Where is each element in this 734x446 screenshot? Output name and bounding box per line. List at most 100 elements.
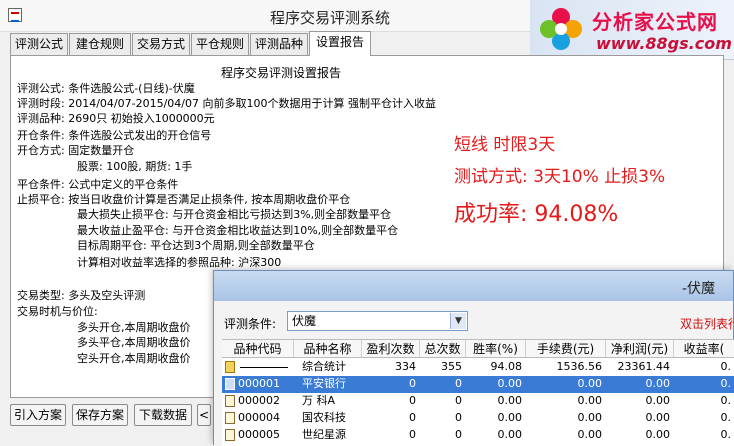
report-line: 开仓条件: 条件选股公式发出的开仓信号	[17, 129, 212, 142]
row-winrate: 0.00	[497, 411, 523, 424]
column-header-fee[interactable]: 手续费(元)	[526, 340, 606, 358]
result-window-body: 评测条件: 伏魔 ▼ 双击列表行 品种代码 品种名称 盈利次数 总次数 胜率(%…	[214, 301, 734, 446]
logo-title: 分析家公式网	[592, 10, 718, 34]
row-return: 0.	[720, 394, 732, 407]
row-profit: 0.00	[645, 377, 671, 390]
report-line: 止损平仓: 按当日收盘价计算是否满足止损条件, 按本周期收盘价平仓	[17, 193, 351, 206]
table-row[interactable]: 000001 平安银行 0 0 0.00 0.00 0.00 0.	[222, 376, 734, 393]
condition-value: 伏魔	[292, 314, 317, 328]
row-winrate: 0.00	[497, 394, 523, 407]
window-title: 程序交易评测系统	[270, 9, 391, 27]
save-plan-button[interactable]: 保存方案	[72, 404, 128, 426]
report-line: 评测时段: 2014/04/07-2015/04/07 向前多取100个数据用于…	[17, 97, 436, 110]
tab-open-rules[interactable]: 建仓规则	[69, 33, 131, 55]
chevron-down-icon[interactable]: ▼	[450, 313, 466, 329]
row-total: 0	[455, 428, 462, 441]
row-name: 万 科A	[302, 394, 336, 407]
column-header-name[interactable]: 品种名称	[294, 340, 362, 358]
result-window: -伏魔 评测条件: 伏魔 ▼ 双击列表行 品种代码 品种名称 盈利次数 总次数 …	[213, 270, 734, 446]
report-line: 平仓条件: 公式中定义的平仓条件	[17, 178, 179, 191]
column-header-winrate[interactable]: 胜率(%)	[466, 340, 526, 358]
report-line: 多头平仓,本周期收盘价	[77, 336, 191, 349]
more-button[interactable]: <	[197, 404, 211, 426]
report-title: 程序交易评测设置报告	[221, 66, 342, 80]
row-return: 0.	[720, 411, 732, 424]
summary-icon	[225, 361, 235, 373]
column-header-profit[interactable]: 净利润(元)	[606, 340, 674, 358]
report-line: 空头开仓,本周期收盘价	[77, 352, 191, 365]
row-fee: 0.00	[577, 428, 603, 441]
column-header-wins[interactable]: 盈利次数	[362, 340, 420, 358]
row-wins: 0	[409, 428, 416, 441]
row-total: 0	[455, 394, 462, 407]
row-fee: 0.00	[577, 394, 603, 407]
row-code: 000001	[238, 377, 280, 390]
report-line: 交易类型: 多头及空头评测	[17, 289, 146, 302]
result-window-title: -伏魔	[681, 281, 715, 297]
stock-icon	[225, 429, 235, 441]
row-wins: 0	[409, 377, 416, 390]
row-fee: 0.00	[577, 377, 603, 390]
table-row[interactable]: 000005 世纪星源 0 0 0.00 0.00 0.00 0.	[222, 427, 734, 444]
row-wins: 334	[395, 360, 416, 373]
column-header-total[interactable]: 总次数	[420, 340, 466, 358]
watermark-logo: 分析家公式网 www.88gs.com	[530, 0, 734, 60]
row-profit: 23361.44	[617, 360, 671, 373]
note-success-rate: 成功率: 94.08%	[454, 202, 619, 227]
row-total: 355	[441, 360, 462, 373]
tab-trade-mode[interactable]: 交易方式	[132, 33, 190, 55]
row-return: 0.	[720, 360, 732, 373]
note-test-mode: 测试方式: 3天10% 止损3%	[454, 167, 666, 187]
logo-url: www.88gs.com	[596, 34, 732, 53]
row-code: 000004	[238, 411, 280, 424]
app-icon	[8, 8, 22, 22]
row-code: 000005	[238, 428, 280, 441]
row-wins: 0	[409, 394, 416, 407]
summary-line	[240, 367, 288, 368]
tab-close-rules[interactable]: 平仓规则	[191, 33, 249, 55]
report-line: 最大收益止盈平仓: 与开仓资金相比收益达到10%,则全部数量平仓	[77, 224, 399, 237]
report-line: 股票: 100股, 期货: 1手	[77, 160, 193, 173]
result-window-titlebar[interactable]: -伏魔	[214, 271, 733, 301]
row-winrate: 0.00	[497, 428, 523, 441]
row-name: 国农科技	[302, 411, 346, 424]
row-fee: 0.00	[577, 411, 603, 424]
stock-icon	[225, 378, 235, 390]
tab-instruments[interactable]: 评测品种	[250, 33, 308, 55]
column-header-return[interactable]: 收益率(	[674, 340, 734, 358]
column-header-code[interactable]: 品种代码	[222, 340, 294, 358]
tab-formula[interactable]: 评测公式	[10, 33, 68, 55]
note-short-term: 短线 时限3天	[454, 135, 556, 155]
row-return: 0.	[720, 428, 732, 441]
row-name: 综合统计	[302, 360, 346, 373]
table-row[interactable]: 000004 国农科技 0 0 0.00 0.00 0.00 0.	[222, 410, 734, 427]
report-line: 评测公式: 条件选股公式-(日线)-伏魔	[17, 82, 195, 95]
report-line: 多头开仓,本周期收盘价	[77, 321, 191, 334]
table-row[interactable]: 综合统计 334 355 94.08 1536.56 23361.44 0.	[222, 359, 734, 376]
row-name: 平安银行	[302, 377, 346, 390]
report-line: 交易时机与价位:	[17, 305, 98, 318]
row-profit: 0.00	[645, 411, 671, 424]
stock-icon	[225, 395, 235, 407]
row-profit: 0.00	[645, 428, 671, 441]
row-winrate: 0.00	[497, 377, 523, 390]
row-return: 0.	[720, 377, 732, 390]
double-click-hint: 双击列表行	[680, 317, 734, 331]
condition-label: 评测条件:	[224, 317, 277, 331]
logo-flower-icon	[540, 8, 582, 50]
row-wins: 0	[409, 411, 416, 424]
row-total: 0	[455, 377, 462, 390]
result-table: 品种代码 品种名称 盈利次数 总次数 胜率(%) 手续费(元) 净利润(元) 收…	[222, 339, 734, 446]
report-line: 计算相对收益率选择的参照品种: 沪深300	[77, 256, 282, 269]
table-row[interactable]: 000002 万 科A 0 0 0.00 0.00 0.00 0.	[222, 393, 734, 410]
row-winrate: 94.08	[490, 360, 523, 373]
condition-select[interactable]: 伏魔 ▼	[287, 311, 468, 331]
download-data-button[interactable]: 下载数据	[134, 404, 192, 426]
report-line: 开仓方式: 固定数量开仓	[17, 144, 135, 157]
tab-report-settings[interactable]: 设置报告	[309, 31, 371, 56]
report-line: 评测品种: 2690只 初始投入1000000元	[17, 112, 215, 125]
import-plan-button[interactable]: 引入方案	[10, 404, 66, 426]
row-profit: 0.00	[645, 394, 671, 407]
row-fee: 1536.56	[556, 360, 603, 373]
row-code: 000002	[238, 394, 280, 407]
